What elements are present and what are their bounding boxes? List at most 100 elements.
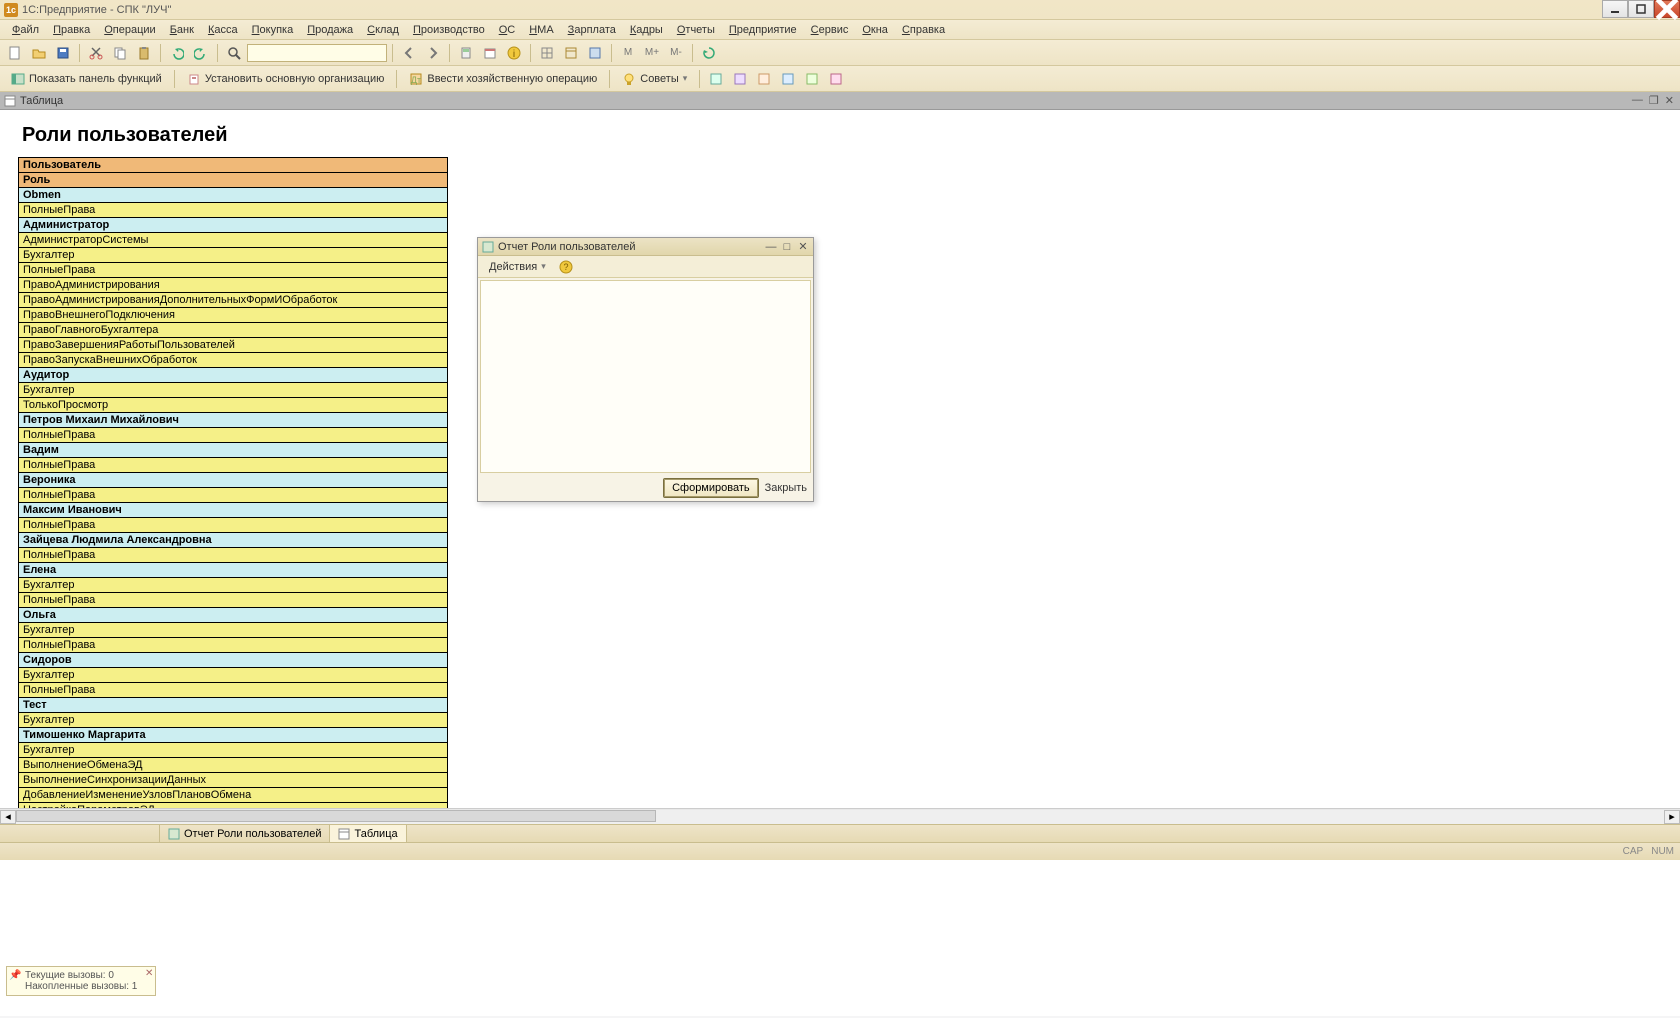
report6-icon[interactable] (825, 69, 847, 89)
calls-close-button[interactable]: ✕ (145, 968, 153, 979)
menu-item[interactable]: Операции (98, 22, 161, 38)
menu-item[interactable]: Правка (47, 22, 96, 38)
separator (396, 70, 397, 88)
table-icon[interactable] (560, 43, 582, 63)
dialog-close-link[interactable]: Закрыть (765, 482, 807, 494)
report4-icon[interactable] (777, 69, 799, 89)
close-button[interactable] (1654, 0, 1680, 18)
table-role-row: ПравоЗавершенияРаботыПользователей (19, 338, 448, 353)
table-user-row: Администратор (19, 218, 448, 233)
report2-icon[interactable] (729, 69, 751, 89)
run-report-button[interactable]: Сформировать (663, 478, 759, 498)
show-panel-button[interactable]: Показать панель функций (4, 69, 169, 89)
doc-minimize-button[interactable]: — (1630, 94, 1645, 107)
menu-item[interactable]: Банк (164, 22, 200, 38)
help-icon[interactable]: i (503, 43, 525, 63)
dialog-close-button[interactable]: ✕ (796, 241, 810, 253)
dialog-maximize-button[interactable]: □ (780, 241, 794, 253)
table-role-row: Бухгалтер (19, 578, 448, 593)
report1-icon[interactable] (705, 69, 727, 89)
set-main-org-button[interactable]: Установить основную организацию (180, 69, 392, 89)
m-minus-icon[interactable]: M- (665, 43, 687, 63)
menu-item[interactable]: Кадры (624, 22, 669, 38)
menu-item[interactable]: Предприятие (723, 22, 803, 38)
accumulated-calls-label: Накопленные вызовы: 1 (25, 981, 137, 992)
table-role-row: АдминистраторСистемы (19, 233, 448, 248)
scroll-track[interactable] (16, 810, 1664, 824)
open-icon[interactable] (28, 43, 50, 63)
maximize-button[interactable] (1628, 0, 1654, 18)
chevron-down-icon: ▾ (541, 261, 546, 272)
menu-item[interactable]: Файл (6, 22, 45, 38)
scroll-right-button[interactable]: ▸ (1664, 810, 1680, 824)
document-tab-label: Таблица (20, 95, 63, 107)
menu-item[interactable]: Производство (407, 22, 491, 38)
doc-restore-button[interactable]: ❐ (1647, 94, 1661, 107)
paste-icon[interactable] (133, 43, 155, 63)
menu-item[interactable]: Справка (896, 22, 951, 38)
enter-op-button[interactable]: Дт Ввести хозяйственную операцию (402, 69, 604, 89)
scroll-left-button[interactable]: ◂ (0, 810, 16, 824)
report5-icon[interactable] (801, 69, 823, 89)
content-area: Роли пользователей ПользовательРольObmen… (0, 110, 1680, 808)
horizontal-scrollbar[interactable]: ◂ ▸ (0, 808, 1680, 824)
m-plus-icon[interactable]: M+ (641, 43, 663, 63)
dialog-actions-button[interactable]: Действия ▾ (482, 258, 553, 276)
svg-text:Дт: Дт (411, 75, 421, 85)
find-icon[interactable] (223, 43, 245, 63)
menu-item[interactable]: Сервис (805, 22, 855, 38)
table-header-user: Пользователь (19, 158, 448, 173)
separator (392, 44, 393, 62)
menu-item[interactable]: Отчеты (671, 22, 721, 38)
grid-icon[interactable] (536, 43, 558, 63)
dialog-help-icon[interactable]: ? (557, 258, 575, 276)
tips-button[interactable]: Советы ▾ (615, 69, 694, 89)
save-icon[interactable] (52, 43, 74, 63)
cut-icon[interactable] (85, 43, 107, 63)
search-input[interactable] (247, 44, 387, 62)
pin-icon[interactable]: 📌 (9, 970, 21, 981)
table-user-row: Тест (19, 698, 448, 713)
nav-back-icon[interactable] (398, 43, 420, 63)
menu-item[interactable]: Склад (361, 22, 405, 38)
new-doc-icon[interactable] (4, 43, 26, 63)
report3-icon[interactable] (753, 69, 775, 89)
minimize-button[interactable] (1602, 0, 1628, 18)
refresh-icon[interactable] (698, 43, 720, 63)
form-icon[interactable] (584, 43, 606, 63)
table-role-row: ПравоЗапускаВнешнихОбработок (19, 353, 448, 368)
menu-item[interactable]: ОС (493, 22, 522, 38)
copy-icon[interactable] (109, 43, 131, 63)
separator (160, 44, 161, 62)
dialog-titlebar[interactable]: Отчет Роли пользователей — □ ✕ (478, 238, 813, 256)
table-role-row: ДобавлениеИзменениеУзловПлановОбмена (19, 788, 448, 803)
menu-item[interactable]: Касса (202, 22, 244, 38)
doc-close-button[interactable]: ✕ (1663, 94, 1676, 107)
menu-item[interactable]: НМА (523, 22, 559, 38)
nav-fwd-icon[interactable] (422, 43, 444, 63)
window-title: 1С:Предприятие - СПК "ЛУЧ" (22, 4, 171, 16)
window-tab-report[interactable]: Отчет Роли пользователей (160, 825, 330, 842)
scroll-thumb[interactable] (16, 810, 656, 822)
table-user-row: Ольга (19, 608, 448, 623)
show-panel-label: Показать панель функций (29, 73, 162, 85)
m-icon[interactable]: M (617, 43, 639, 63)
menu-item[interactable]: Окна (856, 22, 894, 38)
status-num: NUM (1651, 846, 1674, 857)
undo-icon[interactable] (166, 43, 188, 63)
calendar-icon[interactable] (479, 43, 501, 63)
table-user-row: Вероника (19, 473, 448, 488)
menu-item[interactable]: Зарплата (562, 22, 622, 38)
report-tab-icon (168, 828, 180, 840)
dialog-minimize-button[interactable]: — (764, 241, 778, 253)
window-tab-table[interactable]: Таблица (330, 825, 406, 842)
table-role-row: ПолныеПрава (19, 518, 448, 533)
tips-label: Советы (640, 73, 678, 85)
calc-icon[interactable] (455, 43, 477, 63)
window-tab-table-label: Таблица (354, 828, 397, 840)
redo-icon[interactable] (190, 43, 212, 63)
table-role-row: ПолныеПрава (19, 203, 448, 218)
menu-item[interactable]: Продажа (301, 22, 359, 38)
table-user-row: Аудитор (19, 368, 448, 383)
menu-item[interactable]: Покупка (246, 22, 300, 38)
